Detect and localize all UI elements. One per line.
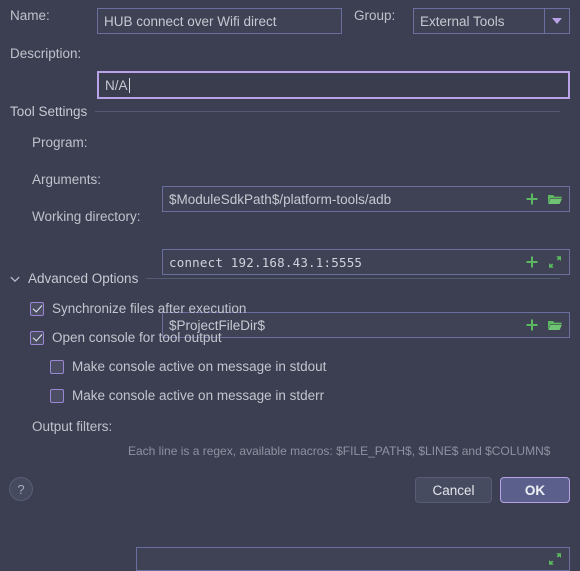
cancel-button[interactable]: Cancel xyxy=(415,477,492,503)
name-label: Name: xyxy=(10,8,50,23)
checkbox-row-console-active-stderr[interactable]: Make console active on message in stderr xyxy=(50,388,324,403)
advanced-options-group-header[interactable]: Advanced Options xyxy=(10,271,570,286)
external-tool-dialog: Name: HUB connect over Wifi direct Group… xyxy=(0,0,580,571)
text-caret xyxy=(128,77,130,93)
cancel-button-label: Cancel xyxy=(432,482,475,498)
group-combobox-value-box[interactable]: External Tools xyxy=(413,8,544,34)
plus-icon[interactable] xyxy=(524,191,540,207)
description-label: Description: xyxy=(10,46,82,61)
checkbox-synchronize-files[interactable] xyxy=(30,301,44,316)
output-filters-field-icons xyxy=(547,548,563,570)
plus-icon[interactable] xyxy=(524,254,540,270)
working-directory-field-icons xyxy=(524,313,563,337)
chevron-down-icon[interactable] xyxy=(10,274,20,284)
chevron-down-icon xyxy=(552,18,562,24)
working-directory-label: Working directory: xyxy=(32,209,141,224)
name-input[interactable]: HUB connect over Wifi direct xyxy=(97,8,342,34)
arguments-label: Arguments: xyxy=(32,172,102,187)
group-combobox[interactable]: External Tools xyxy=(413,8,570,34)
tool-settings-title: Tool Settings xyxy=(10,104,88,119)
program-row: Program: xyxy=(32,135,88,150)
expand-icon[interactable] xyxy=(547,551,563,567)
program-input[interactable]: $ModuleSdkPath$/platform-tools/adb xyxy=(162,186,570,212)
folder-icon[interactable] xyxy=(547,191,563,207)
checkbox-label-console-active-stderr: Make console active on message in stderr xyxy=(72,388,325,403)
group-row: Group: xyxy=(354,8,395,23)
checkbox-label-open-console: Open console for tool output xyxy=(52,330,222,345)
working-directory-row: Working directory: xyxy=(32,209,141,224)
plus-icon[interactable] xyxy=(524,317,540,333)
ok-button-label: OK xyxy=(524,482,546,498)
description-input-value: N/A xyxy=(105,77,128,93)
checkbox-console-active-stdout[interactable] xyxy=(50,359,64,374)
arguments-input-value: connect 192.168.43.1:5555 xyxy=(169,254,363,270)
ok-button[interactable]: OK xyxy=(500,477,570,503)
output-filters-label: Output filters: xyxy=(32,419,113,434)
checkbox-open-console[interactable] xyxy=(30,330,44,345)
description-row: Description: xyxy=(10,46,81,61)
program-label: Program: xyxy=(32,135,88,150)
checkbox-row-synchronize-files[interactable]: Synchronize files after execution xyxy=(30,301,246,316)
checkbox-console-active-stderr[interactable] xyxy=(50,388,64,403)
program-input-value: $ModuleSdkPath$/platform-tools/adb xyxy=(169,191,392,207)
description-input[interactable]: N/A xyxy=(97,71,570,99)
advanced-options-title: Advanced Options xyxy=(28,271,139,286)
tool-settings-separator xyxy=(95,111,560,112)
program-field-icons xyxy=(524,187,563,211)
tool-settings-group-header: Tool Settings xyxy=(10,104,570,119)
group-label: Group: xyxy=(354,8,396,23)
checkbox-row-console-active-stdout[interactable]: Make console active on message in stdout xyxy=(50,359,326,374)
group-combobox-arrow-button[interactable] xyxy=(544,8,570,34)
folder-icon[interactable] xyxy=(547,317,563,333)
arguments-row: Arguments: xyxy=(32,172,101,187)
checkbox-label-synchronize-files: Synchronize files after execution xyxy=(52,301,247,316)
checkbox-row-open-console[interactable]: Open console for tool output xyxy=(30,330,222,345)
advanced-options-separator xyxy=(146,278,560,279)
help-icon: ? xyxy=(17,481,25,497)
output-filters-input[interactable] xyxy=(136,547,570,571)
group-combobox-value: External Tools xyxy=(420,13,505,29)
help-button[interactable]: ? xyxy=(9,477,33,501)
name-row: Name: xyxy=(10,8,50,23)
name-input-value: HUB connect over Wifi direct xyxy=(104,13,277,29)
output-filters-row: Output filters: xyxy=(32,419,112,434)
output-filters-hint: Each line is a regex, available macros: … xyxy=(128,444,551,458)
expand-icon[interactable] xyxy=(547,254,563,270)
checkbox-label-console-active-stdout: Make console active on message in stdout xyxy=(72,359,327,374)
